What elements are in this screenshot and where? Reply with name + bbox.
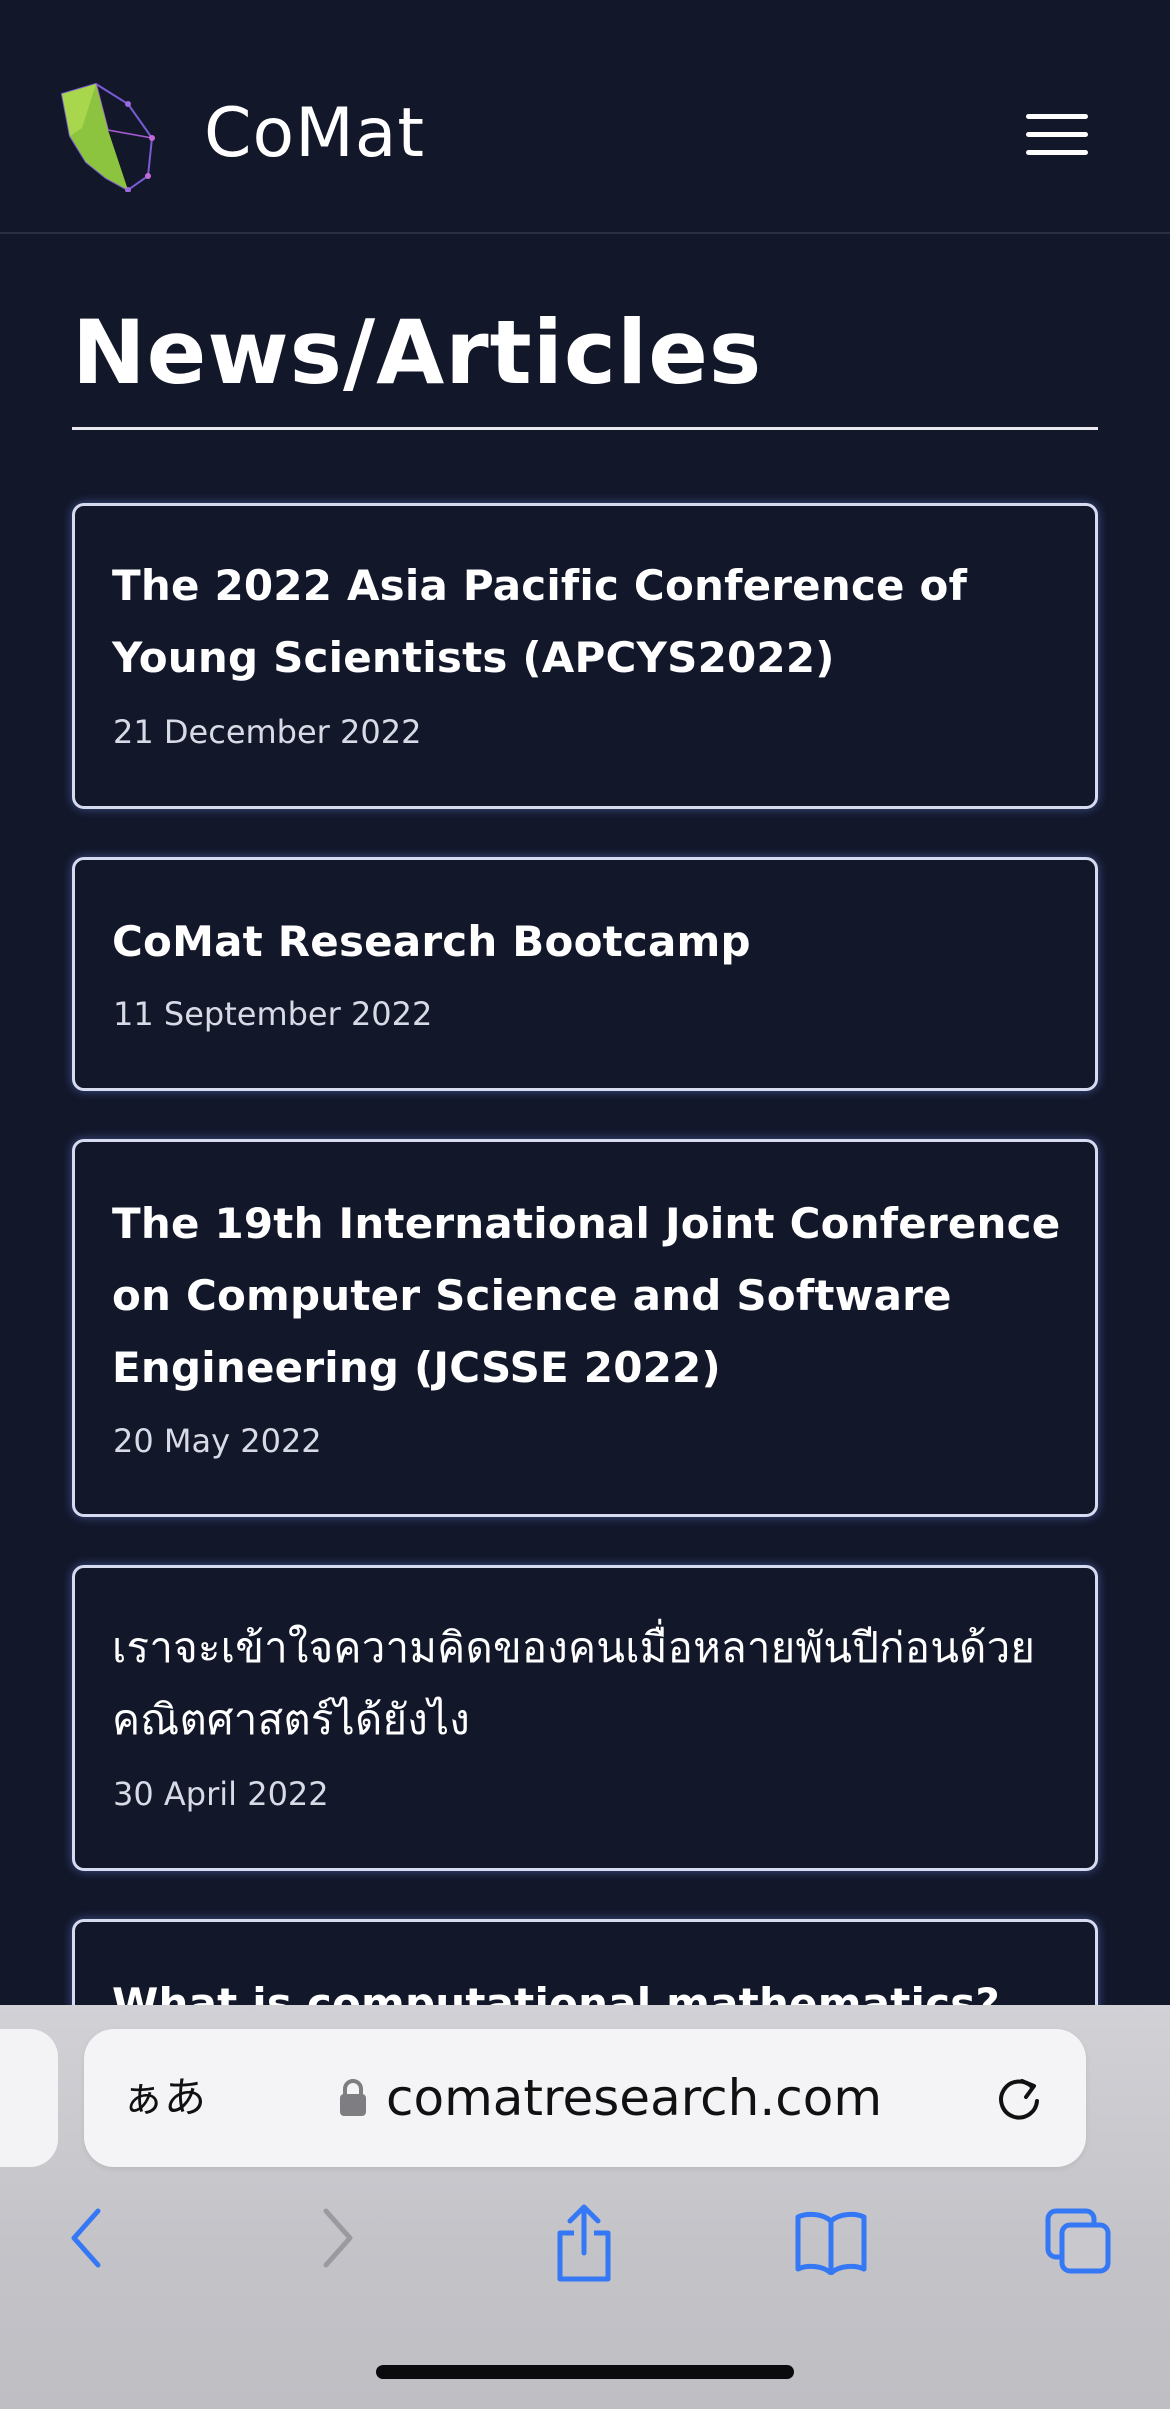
page-title: News/Articles [72,301,763,404]
article-date: 30 April 2022 [113,1775,329,1813]
url-text[interactable]: comatresearch.com [386,2067,882,2129]
browser-toolbar: ぁあ comatresearch.com [0,2005,1170,2409]
address-bar[interactable]: ぁあ comatresearch.com [84,2029,1086,2167]
article-title[interactable]: The 2022 Asia Pacific Conference of Youn… [112,550,1065,694]
article-card[interactable]: เราจะเข้าใจความคิดของคนเมื่อหลายพันปีก่อ… [72,1565,1098,1871]
article-title[interactable]: CoMat Research Bootcamp [112,906,1065,978]
comat-logo-icon[interactable] [56,80,160,192]
previous-tab-preview[interactable] [0,2029,58,2167]
lock-icon [340,2079,366,2116]
site-header: CoMat [0,0,1170,234]
reload-icon[interactable] [992,2073,1046,2127]
brand-name[interactable]: CoMat [204,92,425,176]
article-card[interactable]: The 2022 Asia Pacific Conference of Youn… [72,503,1098,809]
forward-chevron-icon[interactable] [316,2205,360,2271]
article-card[interactable]: The 19th International Joint Conference … [72,1139,1098,1517]
home-indicator[interactable] [376,2365,794,2379]
text-size-button[interactable]: ぁあ [122,2073,206,2123]
article-date: 11 September 2022 [113,995,433,1033]
article-date: 20 May 2022 [113,1422,322,1460]
article-title[interactable]: เราจะเข้าใจความคิดของคนเมื่อหลายพันปีก่อ… [112,1612,1065,1756]
article-card[interactable]: CoMat Research Bootcamp 11 September 202… [72,857,1098,1091]
hamburger-menu-icon[interactable] [1026,110,1092,160]
share-icon[interactable] [552,2203,616,2283]
back-chevron-icon[interactable] [64,2205,108,2271]
article-title[interactable]: The 19th International Joint Conference … [112,1188,1065,1404]
article-date: 21 December 2022 [113,713,422,751]
tabs-icon[interactable] [1044,2207,1114,2277]
title-divider [72,427,1098,430]
bookmarks-book-icon[interactable] [794,2211,868,2275]
